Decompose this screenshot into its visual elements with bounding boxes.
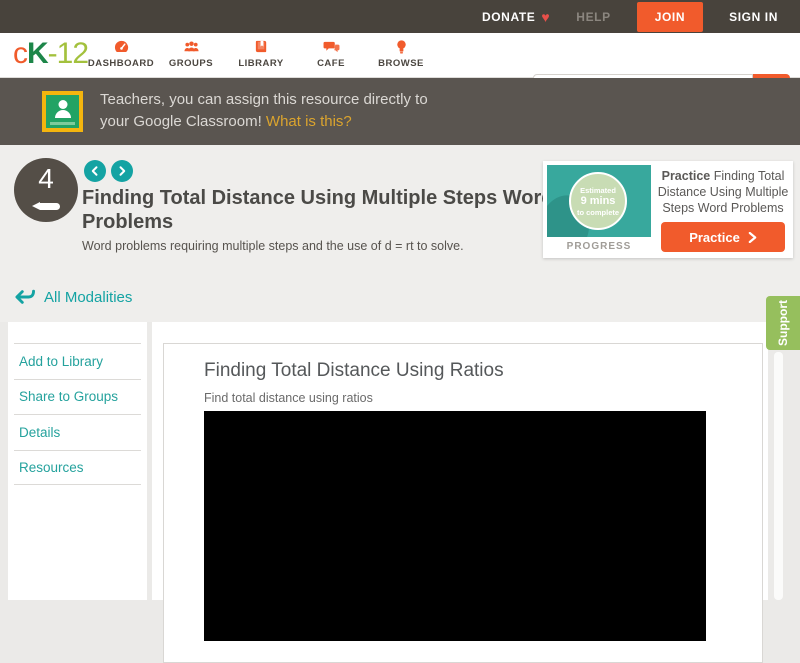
nav-label-browse: BROWSE xyxy=(378,58,424,69)
nav-item-cafe[interactable]: CAFE xyxy=(296,39,366,69)
nav-item-browse[interactable]: BROWSE xyxy=(366,39,436,69)
classroom-banner: Teachers, you can assign this resource d… xyxy=(0,78,800,145)
action-sidebar: Add to Library Share to Groups Details R… xyxy=(8,322,147,600)
modality-badge: 4 xyxy=(14,158,78,222)
gauge-icon xyxy=(113,39,130,54)
banner-line1: Teachers, you can assign this resource d… xyxy=(100,89,428,111)
banner-text: Teachers, you can assign this resource d… xyxy=(100,89,428,133)
donate-label: DONATE xyxy=(482,10,535,24)
video-player[interactable] xyxy=(204,411,706,641)
lightbulb-icon xyxy=(393,39,410,54)
prev-arrow-button[interactable] xyxy=(84,160,106,182)
back-arrow-icon xyxy=(14,288,36,306)
estimate-badge: Estimated 9 mins to complete xyxy=(569,172,627,230)
sidebar-item-details[interactable]: Details xyxy=(14,414,141,450)
support-tab-label: Support xyxy=(776,300,790,346)
sidebar-item-share-to-groups[interactable]: Share to Groups xyxy=(14,379,141,415)
sidebar-item-resources[interactable]: Resources xyxy=(14,450,141,486)
nav-item-dashboard[interactable]: DASHBOARD xyxy=(86,39,156,69)
practice-thumbnail[interactable]: Estimated 9 mins to complete xyxy=(547,165,651,237)
all-modalities-link[interactable]: All Modalities xyxy=(14,288,132,306)
practice-description: Practice Finding Total Distance Using Mu… xyxy=(657,168,789,216)
page-title: Finding Total Distance Using Multiple St… xyxy=(82,186,562,234)
lesson-heading: Finding Total Distance Using Ratios xyxy=(204,360,722,382)
progress-label: PROGRESS xyxy=(547,241,651,252)
chevron-right-icon xyxy=(116,165,128,177)
logo-k: K xyxy=(27,37,48,70)
lesson-box: Finding Total Distance Using Ratios Find… xyxy=(163,343,763,663)
practice-card: Estimated 9 mins to complete PROGRESS Pr… xyxy=(543,161,793,258)
nav-label-library: LIBRARY xyxy=(238,58,283,69)
lesson-subheading: Find total distance using ratios xyxy=(204,391,722,405)
badge-number: 4 xyxy=(14,163,78,195)
nav-bar: cK-12 DASHBOARD GROUPS xyxy=(0,33,800,78)
donate-link[interactable]: DONATE ♥ xyxy=(482,9,550,25)
main-content-panel: Finding Total Distance Using Ratios Find… xyxy=(152,322,768,600)
chat-bubbles-icon xyxy=(323,39,340,54)
help-link[interactable]: HELP xyxy=(576,10,610,24)
book-icon xyxy=(253,39,270,54)
primary-nav: DASHBOARD GROUPS LIBRARY CAFE xyxy=(86,39,436,69)
nav-item-library[interactable]: LIBRARY xyxy=(226,39,296,69)
what-is-this-link[interactable]: What is this? xyxy=(266,113,352,130)
heart-icon: ♥ xyxy=(541,9,550,25)
practice-button[interactable]: Practice xyxy=(661,222,785,252)
ck12-logo[interactable]: cK-12 xyxy=(13,37,88,71)
sidebar-item-add-to-library[interactable]: Add to Library xyxy=(14,343,141,379)
nav-label-dashboard: DASHBOARD xyxy=(88,58,154,69)
join-button[interactable]: JOIN xyxy=(637,2,703,32)
google-classroom-icon xyxy=(42,91,83,132)
pencil-icon xyxy=(32,202,62,211)
nav-label-cafe: CAFE xyxy=(317,58,345,69)
banner-line2: your Google Classroom! xyxy=(100,113,262,130)
chevron-left-icon xyxy=(89,165,101,177)
page-subtitle: Word problems requiring multiple steps a… xyxy=(82,239,464,253)
nav-item-groups[interactable]: GROUPS xyxy=(156,39,226,69)
logo-c: c xyxy=(13,37,27,70)
top-bar: DONATE ♥ HELP JOIN SIGN IN xyxy=(0,0,800,33)
logo-12: -12 xyxy=(48,37,88,70)
chevron-right-icon xyxy=(748,232,757,243)
scrollbar[interactable] xyxy=(774,352,783,600)
next-arrow-button[interactable] xyxy=(111,160,133,182)
people-icon xyxy=(183,39,200,54)
support-tab[interactable]: Support xyxy=(766,296,800,350)
all-modalities-label: All Modalities xyxy=(44,289,132,306)
sign-in-link[interactable]: SIGN IN xyxy=(729,10,778,24)
nav-label-groups: GROUPS xyxy=(169,58,213,69)
